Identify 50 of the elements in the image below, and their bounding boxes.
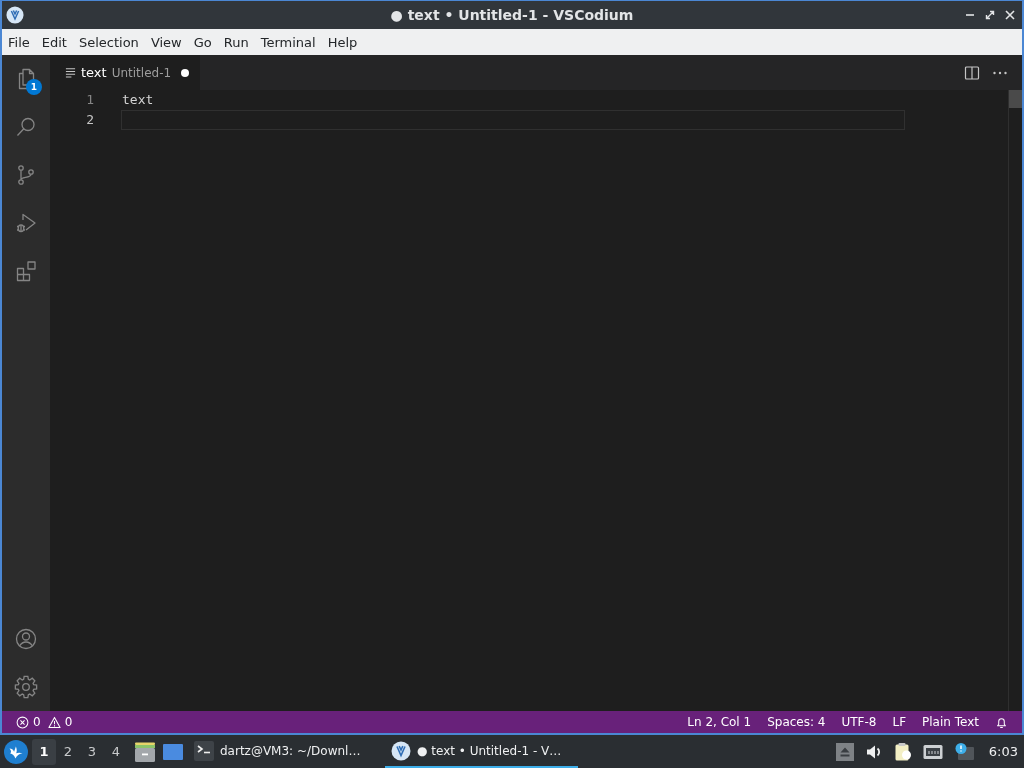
settings-icon[interactable] <box>14 675 38 699</box>
line-number: 1 <box>85 91 94 109</box>
workspace-button[interactable]: 3 <box>80 738 104 765</box>
eject-icon[interactable] <box>835 742 854 761</box>
app-logo-icon <box>6 6 24 24</box>
clock[interactable]: 6:03 <box>988 744 1018 759</box>
taskbar-task[interactable]: ● text • Untitled-1 - V… <box>385 735 578 768</box>
menu-item[interactable]: View <box>144 34 188 50</box>
menu-item[interactable]: Run <box>217 34 255 50</box>
status-bar-item[interactable]: Spaces: 4 <box>759 715 834 729</box>
menu-item[interactable]: Edit <box>35 34 73 50</box>
extensions-icon[interactable] <box>14 259 38 283</box>
menu-item[interactable]: File <box>2 34 36 50</box>
lines-icon <box>65 67 76 78</box>
status-bar-item[interactable]: Plain Text <box>914 715 987 729</box>
maximize-icon[interactable] <box>984 9 996 21</box>
code-text: text <box>122 92 154 107</box>
taskbar-task[interactable]: dartz@VM3: ~/Downl… <box>188 735 381 768</box>
warning-count: 0 <box>64 715 73 729</box>
workspace-button[interactable]: 4 <box>104 738 128 765</box>
line-number: 2 <box>85 111 94 129</box>
editor-tab[interactable]: text Untitled-1 <box>50 55 200 90</box>
warning-icon <box>47 715 61 729</box>
unsaved-dot-icon[interactable] <box>181 68 189 77</box>
split-editor-icon[interactable] <box>964 64 980 81</box>
notification-icon[interactable] <box>953 742 974 761</box>
terminal-icon <box>194 740 214 761</box>
menu-item[interactable]: Go <box>187 34 218 50</box>
menu-item[interactable]: Help <box>321 34 364 50</box>
error-icon <box>16 715 29 729</box>
workspace-button[interactable]: 1 <box>32 738 56 765</box>
status-bar-item[interactable]: LF <box>884 715 915 729</box>
file-cabinet-icon[interactable] <box>134 740 156 763</box>
network-icon[interactable] <box>922 742 943 761</box>
menu-item[interactable]: Selection <box>72 34 145 50</box>
status-bar-item[interactable]: UTF-8 <box>833 715 885 729</box>
run-debug-icon[interactable] <box>14 211 38 235</box>
window-title: ● text • Untitled-1 - VSCodium <box>390 7 634 23</box>
bell-icon[interactable] <box>995 715 1008 729</box>
clipboard-icon[interactable] <box>893 742 912 761</box>
app-logo-icon <box>391 740 411 761</box>
error-count: 0 <box>33 715 41 729</box>
start-menu-icon[interactable] <box>4 739 28 764</box>
status-bar-item[interactable]: Ln 2, Col 1 <box>679 715 760 729</box>
menu-item[interactable]: Terminal <box>254 34 322 50</box>
close-icon[interactable] <box>1004 9 1016 21</box>
account-icon[interactable] <box>14 627 38 651</box>
workspace-button[interactable]: 2 <box>56 738 80 765</box>
scrollbar-thumb[interactable] <box>1009 90 1022 108</box>
count-badge: 1 <box>26 79 42 95</box>
